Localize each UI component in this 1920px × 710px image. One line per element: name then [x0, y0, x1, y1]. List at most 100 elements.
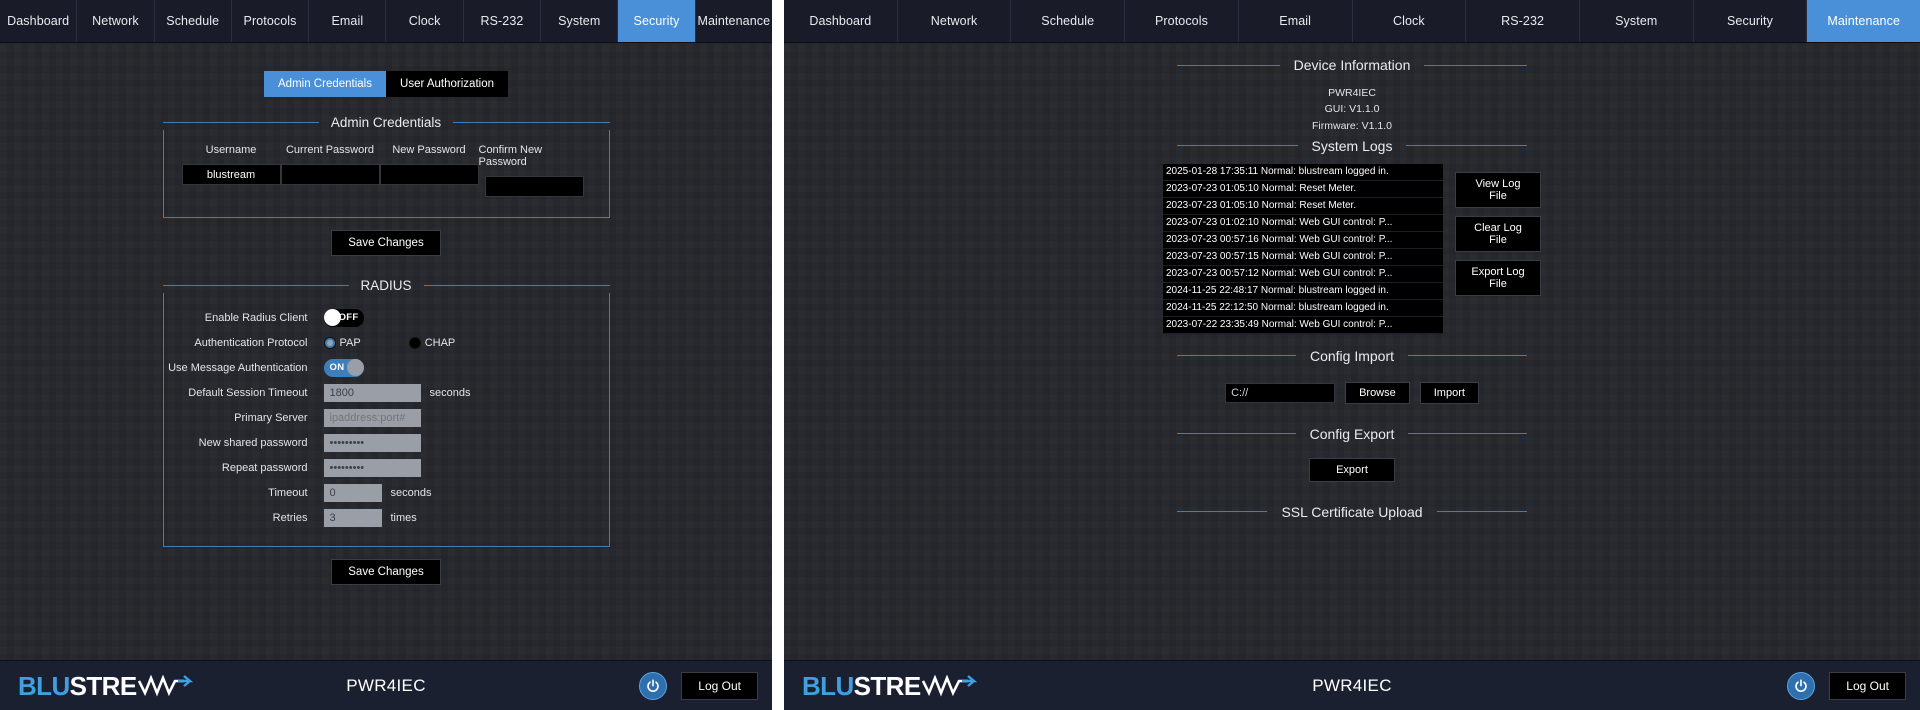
dual-browser-screen: Dashboard Network Schedule Protocols Ema…: [0, 0, 1920, 710]
logout-button[interactable]: Log Out: [1829, 671, 1906, 700]
view-log-file-button[interactable]: View Log File: [1455, 171, 1541, 208]
export-button[interactable]: Export: [1309, 457, 1395, 482]
username-input[interactable]: [181, 164, 281, 185]
nav-label: Schedule: [1041, 14, 1095, 28]
repeat-password-input[interactable]: [323, 458, 421, 477]
row-label: Use Message Authentication: [168, 361, 308, 374]
nav-item-dashboard[interactable]: Dashboard: [0, 0, 78, 42]
field-new-password: New Password: [379, 144, 479, 197]
nav-item-protocols[interactable]: Protocols: [1125, 0, 1239, 42]
nav-label: RS-232: [1501, 14, 1545, 28]
row-timeout: Timeout seconds: [164, 482, 609, 503]
unit-label: seconds: [429, 386, 471, 399]
log-entry[interactable]: 2023-07-23 01:05:10 Normal: Reset Meter.: [1163, 197, 1443, 215]
import-button[interactable]: Import: [1419, 381, 1479, 404]
nav-item-security[interactable]: Security: [618, 0, 696, 42]
current-password-input[interactable]: [280, 164, 380, 185]
toggle-knob: [346, 359, 364, 376]
nav-item-dashboard[interactable]: Dashboard: [784, 0, 898, 42]
row-label: Enable Radius Client: [204, 311, 308, 324]
system-logs-title: System Logs: [1311, 137, 1393, 154]
nav-label: Clock: [408, 14, 441, 28]
security-panel: Dashboard Network Schedule Protocols Ema…: [0, 0, 772, 710]
nav-item-network[interactable]: Network: [897, 0, 1012, 42]
log-entry[interactable]: 2023-07-23 00:57:15 Normal: Web GUI cont…: [1163, 248, 1443, 266]
browse-button[interactable]: Browse: [1345, 381, 1410, 404]
footer-actions: Log Out: [639, 671, 758, 700]
divider-line: [423, 285, 610, 286]
export-log-file-button[interactable]: Export Log File: [1455, 259, 1541, 296]
power-icon: [647, 678, 660, 692]
clear-log-file-button[interactable]: Clear Log File: [1455, 215, 1541, 252]
nav-item-email[interactable]: Email: [309, 0, 387, 42]
row-label: New shared password: [198, 436, 308, 449]
log-entry[interactable]: 2023-07-23 00:57:16 Normal: Web GUI cont…: [1163, 231, 1443, 249]
nav-item-rs232[interactable]: RS-232: [463, 0, 542, 42]
power-button[interactable]: [639, 671, 668, 700]
save-changes-credentials-button[interactable]: Save Changes: [331, 230, 441, 256]
logo-wave-icon: [921, 674, 977, 697]
nav-item-email[interactable]: Email: [1238, 0, 1353, 42]
log-entry[interactable]: 2025-01-28 17:35:11 Normal: blustream lo…: [1163, 163, 1443, 181]
nav-item-schedule[interactable]: Schedule: [1011, 0, 1126, 42]
nav-label: Security: [633, 14, 680, 28]
nav-item-clock[interactable]: Clock: [1352, 0, 1467, 42]
divider-line: [1424, 64, 1527, 66]
config-path-input[interactable]: [1225, 382, 1336, 403]
device-information-values: PWR4IEC GUI: V1.1.0 Firmware: V1.1.0: [1177, 73, 1527, 134]
confirm-password-input[interactable]: [485, 176, 584, 197]
device-model: PWR4IEC: [1328, 87, 1376, 99]
config-import-controls: Browse Import: [784, 381, 1920, 404]
log-entry[interactable]: 2024-11-25 22:12:50 Normal: blustream lo…: [1163, 299, 1443, 317]
nav-item-schedule[interactable]: Schedule: [154, 0, 232, 42]
nav-item-network[interactable]: Network: [77, 0, 155, 42]
retries-input[interactable]: [323, 508, 382, 527]
nav-item-rs232[interactable]: RS-232: [1466, 0, 1580, 42]
tab-user-authorization[interactable]: User Authorization: [386, 71, 508, 97]
divider-line: [1408, 355, 1528, 357]
nav-item-protocols[interactable]: Protocols: [231, 0, 310, 42]
unit-label: seconds: [390, 486, 432, 499]
radius-title: RADIUS: [360, 278, 412, 293]
radio-label: PAP: [339, 336, 361, 349]
nav-item-maintenance[interactable]: Maintenance: [1807, 0, 1920, 42]
unit-label: times: [390, 511, 417, 524]
power-icon: [1795, 678, 1808, 692]
nav-item-system[interactable]: System: [1579, 0, 1694, 42]
power-button[interactable]: [1787, 671, 1816, 700]
security-subtabs: Admin Credentials User Authorization: [0, 71, 772, 97]
nav-item-system[interactable]: System: [541, 0, 619, 42]
log-entry[interactable]: 2023-07-23 00:57:12 Normal: Web GUI cont…: [1163, 265, 1443, 283]
log-list[interactable]: 2025-01-28 17:35:11 Normal: blustream lo…: [1163, 163, 1443, 334]
divider-line: [1177, 433, 1296, 435]
row-label: Default Session Timeout: [188, 386, 308, 399]
admin-credentials-title: Admin Credentials: [330, 115, 442, 130]
radio-chap[interactable]: CHAP: [408, 336, 455, 349]
radio-pap[interactable]: PAP: [323, 336, 361, 349]
maintenance-body: Device Information PWR4IEC GUI: V1.1.0 F…: [784, 43, 1920, 660]
row-new-shared-password: New shared password: [164, 432, 609, 453]
logout-button[interactable]: Log Out: [681, 671, 758, 700]
config-export-controls: Export: [784, 457, 1920, 482]
new-shared-password-input[interactable]: [323, 433, 421, 452]
save-changes-radius-button[interactable]: Save Changes: [331, 559, 441, 585]
nav-item-maintenance[interactable]: Maintenance: [695, 0, 772, 42]
log-entry[interactable]: 2023-07-22 23:35:49 Normal: Web GUI cont…: [1163, 316, 1443, 334]
nav-item-clock[interactable]: Clock: [386, 0, 464, 42]
log-entry[interactable]: 2024-11-25 22:48:17 Normal: blustream lo…: [1163, 282, 1443, 300]
primary-server-input[interactable]: [323, 408, 421, 427]
log-entry[interactable]: 2023-07-23 01:05:10 Normal: Reset Meter.: [1163, 180, 1443, 198]
enable-radius-client-toggle[interactable]: OFF: [323, 308, 364, 327]
nav-item-security[interactable]: Security: [1693, 0, 1808, 42]
tab-admin-credentials[interactable]: Admin Credentials: [264, 71, 386, 97]
nav-label: Dashboard: [7, 14, 70, 28]
log-entry[interactable]: 2023-07-23 01:02:10 Normal: Web GUI cont…: [1163, 214, 1443, 232]
nav-label: Dashboard: [809, 14, 872, 28]
config-import-section: Config Import: [1177, 348, 1528, 364]
security-body: Admin Credentials User Authorization Adm…: [0, 43, 772, 660]
timeout-input[interactable]: [323, 483, 382, 502]
default-session-timeout-input[interactable]: [323, 383, 421, 402]
new-password-input[interactable]: [379, 164, 479, 185]
divider-line: [1177, 145, 1298, 147]
use-message-authentication-toggle[interactable]: ON: [323, 358, 364, 377]
